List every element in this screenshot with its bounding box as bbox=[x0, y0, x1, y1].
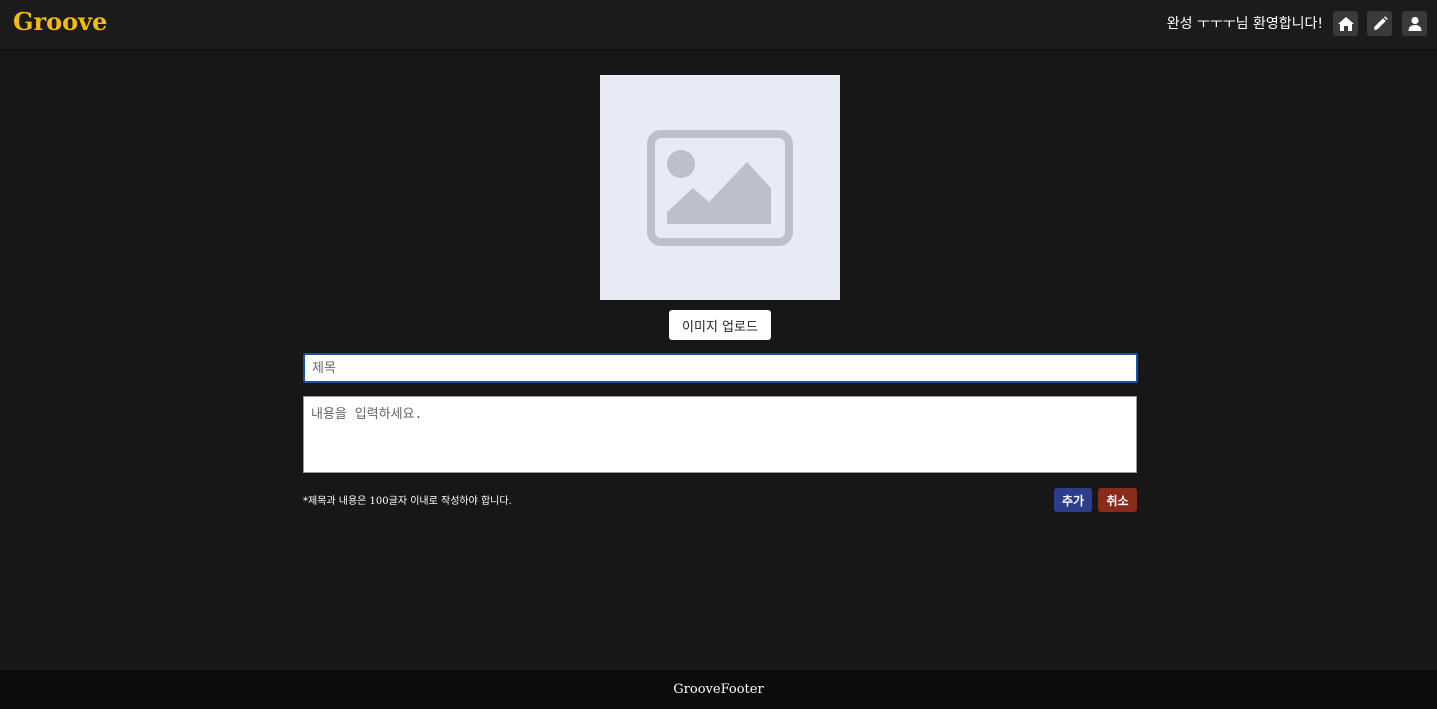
welcome-message: 완성 ㅜㅜㅜ님 환영합니다! bbox=[1166, 16, 1323, 32]
profile-button[interactable] bbox=[1402, 11, 1427, 36]
pencil-icon bbox=[1373, 15, 1388, 30]
header: Groove 완성 ㅜㅜㅜ님 환영합니다! bbox=[0, 0, 1437, 49]
add-button[interactable]: 추가 bbox=[1054, 488, 1092, 512]
footer-text: GrooveFooter bbox=[673, 682, 764, 697]
home-icon bbox=[1337, 16, 1354, 31]
content-textarea[interactable] bbox=[303, 396, 1137, 473]
length-notice: *제목과 내용은 100글자 이내로 작성하야 합니다. bbox=[303, 496, 512, 507]
title-input[interactable] bbox=[303, 353, 1138, 383]
footer: GrooveFooter bbox=[0, 670, 1437, 709]
user-icon bbox=[1408, 16, 1421, 31]
image-preview bbox=[600, 75, 840, 300]
home-button[interactable] bbox=[1333, 11, 1358, 36]
image-upload-button[interactable]: 이미지 업로드 bbox=[669, 310, 771, 340]
write-button[interactable] bbox=[1367, 11, 1392, 36]
page: Groove 완성 ㅜㅜㅜ님 환영합니다! 이미지 업로드 제목 내용을 입력하… bbox=[0, 0, 1437, 709]
logo[interactable]: Groove bbox=[13, 7, 107, 36]
image-placeholder-icon bbox=[647, 129, 793, 246]
cancel-button[interactable]: 취소 bbox=[1098, 488, 1137, 512]
